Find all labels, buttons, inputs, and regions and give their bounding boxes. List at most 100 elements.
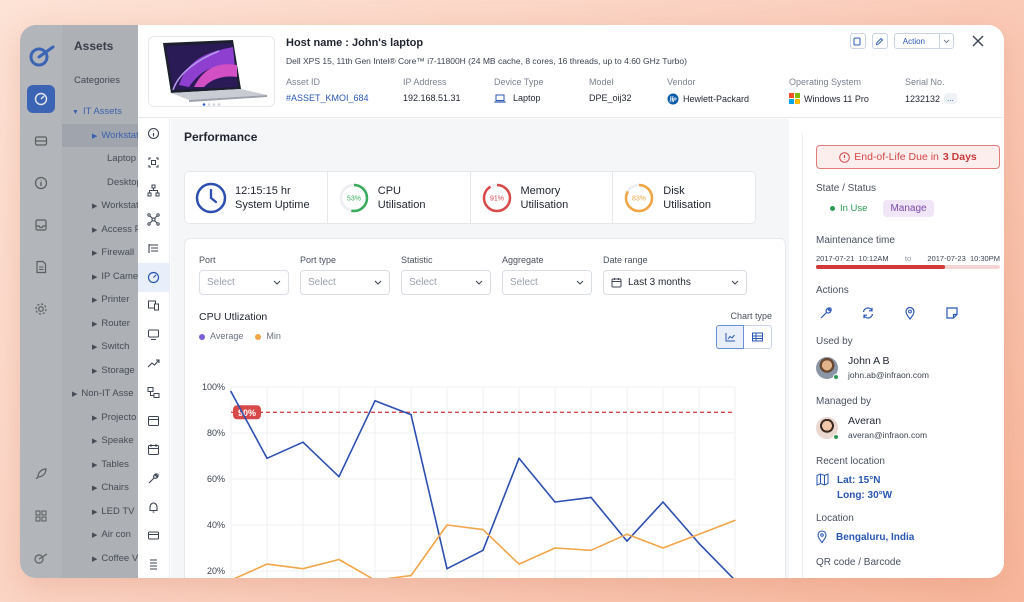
card-tab-icon[interactable] [138, 522, 170, 551]
asset-id-value[interactable]: #ASSET_KMOI_684 [286, 93, 369, 103]
edit-button[interactable] [871, 33, 888, 49]
refresh-icon[interactable] [861, 306, 875, 320]
schedule-tab-icon[interactable] [138, 435, 170, 464]
table-icon [752, 332, 763, 342]
action-dropdown-button[interactable]: Action [893, 33, 954, 49]
close-icon [972, 35, 984, 47]
asset-header: Host name : John's laptop Dell XPS 15, 1… [138, 25, 1004, 118]
tree-item[interactable]: ▶ Projecto [62, 406, 138, 430]
monitor-tab-icon[interactable] [138, 320, 170, 349]
tree-item[interactable]: ▶ Storage [62, 359, 138, 383]
serial-value: 1232132 ... [905, 93, 957, 104]
tree-item[interactable]: ▶ IP Came [62, 265, 138, 289]
calendar-tab-icon[interactable] [138, 407, 170, 436]
memory-ring: 91% [482, 183, 511, 212]
caret-right-icon: ▶ [92, 273, 98, 281]
info-tab-icon[interactable] [138, 119, 170, 148]
hp-logo-icon [667, 93, 679, 105]
ip-address-field: IP Address 192.168.51.31 [403, 77, 461, 103]
aggregate-select[interactable]: Select [502, 270, 592, 295]
ring-percent-label: 53% [347, 195, 361, 202]
tree-item[interactable]: ▶ Chairs [62, 476, 138, 500]
hierarchy-tab-icon[interactable] [138, 177, 170, 206]
rocket-icon[interactable] [27, 460, 55, 488]
copy-button[interactable] [849, 33, 866, 49]
network-tab-icon[interactable] [138, 205, 170, 234]
info-icon[interactable] [27, 169, 55, 197]
list-tab-icon[interactable] [138, 234, 170, 263]
line-chart-toggle[interactable] [716, 325, 744, 349]
performance-tab-icon[interactable] [137, 262, 170, 292]
maintenance-progress [816, 265, 1000, 269]
online-indicator [833, 373, 839, 380]
serial-more-chip[interactable]: ... [944, 93, 957, 104]
uptime-value: 12:15:15 hr [235, 184, 291, 197]
location-pin-icon [817, 530, 827, 543]
tree-item[interactable]: ▶ Tables [62, 453, 138, 477]
header-actions: Action [849, 33, 986, 49]
tree-item[interactable]: ▶ Printer [62, 288, 138, 312]
wrench-icon[interactable] [819, 306, 833, 320]
wrench-tab-icon[interactable] [138, 464, 170, 493]
tree-item[interactable]: ▶ Workstat [62, 123, 138, 147]
legend-average[interactable]: Average [199, 331, 243, 341]
chevron-down-icon [731, 280, 739, 285]
location-pin-icon[interactable] [903, 306, 917, 320]
port-type-select[interactable]: Select [300, 270, 390, 295]
tree-item[interactable]: ▶ Switch [62, 335, 138, 359]
tree-item[interactable]: ▶ Firewall [62, 241, 138, 265]
laptop-thumbnail[interactable] [148, 36, 275, 107]
dashboard-icon[interactable] [27, 85, 55, 113]
trend-tab-icon[interactable] [138, 349, 170, 378]
tree-item[interactable]: ▶ Coffee V [62, 547, 138, 571]
uptime-stat: 12:15:15 hr System Uptime [185, 172, 328, 223]
asset-id-field: Asset ID #ASSET_KMOI_684 [286, 77, 369, 103]
tree-item[interactable]: ▶ LED TV [62, 500, 138, 524]
caret-right-icon: ▶ [92, 461, 98, 469]
date-range-select[interactable]: Last 3 months [603, 270, 747, 295]
port-select[interactable]: Select [199, 270, 289, 295]
data-point [446, 524, 448, 526]
statistic-select[interactable]: Select [401, 270, 491, 295]
bell-tab-icon[interactable] [138, 493, 170, 522]
tree-item[interactable]: Desktop [62, 171, 138, 195]
model-value: DPE_oij32 [589, 93, 632, 103]
avatar[interactable] [816, 356, 839, 380]
close-button[interactable] [970, 33, 986, 49]
statistic-filter: Statistic Select [401, 255, 491, 295]
tree-item[interactable]: ▶ Router [62, 312, 138, 336]
chevron-down-icon [273, 280, 281, 285]
manage-button[interactable]: Manage [883, 200, 934, 217]
asset-category-nav: Assets Categories ▼ IT Assets ▶ Workstat Lap… [62, 25, 138, 578]
tree-item[interactable]: ▶ Non-IT Asse [62, 382, 138, 406]
tree-item[interactable]: ▶ Speake [62, 429, 138, 453]
performance-title: Performance [184, 130, 258, 144]
devices-tab-icon[interactable] [138, 292, 170, 321]
apps-grid-icon[interactable] [27, 502, 55, 530]
data-point [698, 542, 700, 545]
avatar[interactable] [816, 416, 839, 440]
components-tab-icon[interactable] [138, 148, 170, 177]
tree-item[interactable]: ▼ IT Assets [62, 100, 138, 124]
history-tab-icon[interactable] [138, 550, 170, 578]
server-icon[interactable] [27, 127, 55, 155]
tree-item[interactable]: ▶ Workstat [62, 194, 138, 218]
tree-item[interactable]: Laptop [62, 147, 138, 171]
memory-title: Memory [520, 184, 561, 197]
maint-to: to [904, 254, 912, 263]
tree-item[interactable]: ▶ Access P [62, 218, 138, 242]
app-window: Assets Categories ▼ IT Assets ▶ Workstat Lap… [20, 25, 1004, 578]
legend-min[interactable]: Min [255, 331, 281, 341]
inbox-icon[interactable] [27, 211, 55, 239]
state-label: State / Status [816, 183, 877, 194]
note-icon[interactable] [945, 306, 959, 320]
settings-icon[interactable] [27, 295, 55, 323]
y-tick-label: 20% [207, 566, 225, 576]
chevron-down-icon [475, 280, 483, 285]
categories-label: Categories [74, 75, 120, 86]
document-icon[interactable] [27, 253, 55, 281]
tree-item[interactable]: ▶ Air con [62, 523, 138, 547]
relations-tab-icon[interactable] [138, 378, 170, 407]
table-view-toggle[interactable] [744, 325, 772, 349]
managed-by-email: averan@infraon.com [848, 430, 928, 440]
